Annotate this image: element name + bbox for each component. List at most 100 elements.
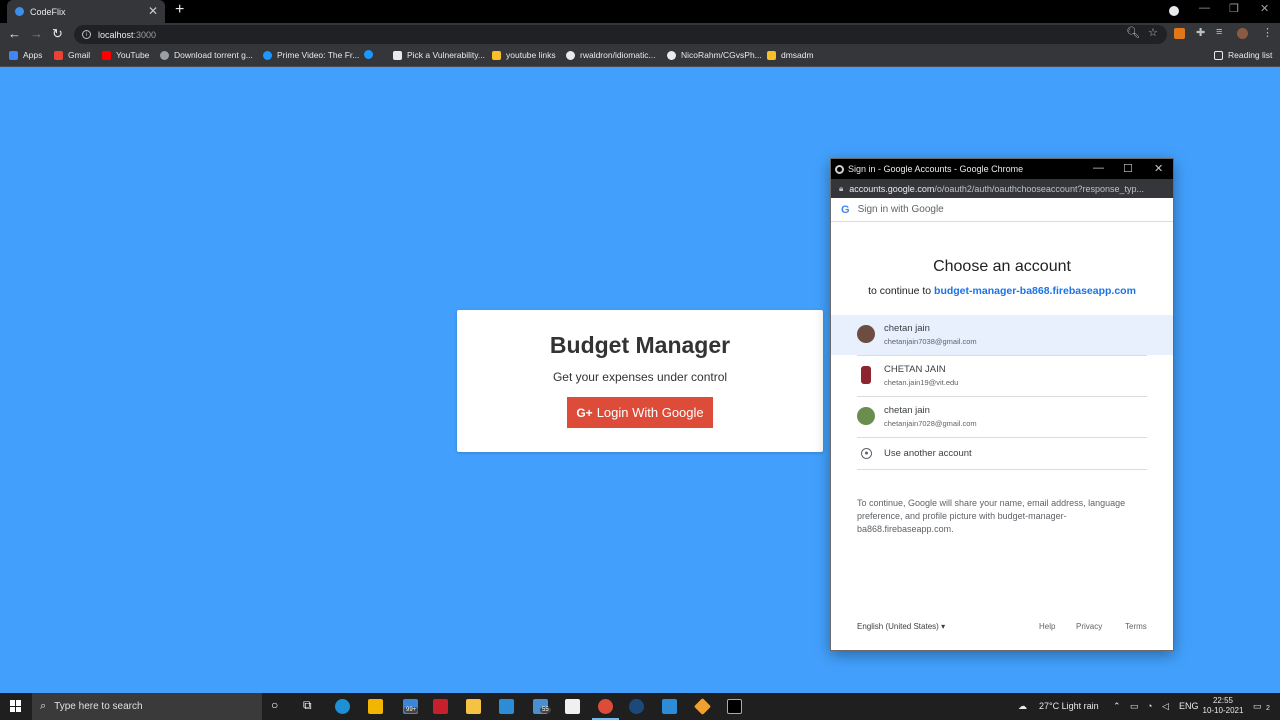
zoom-icon[interactable]: 🔍︎ bbox=[1126, 26, 1140, 39]
bookmark-label: dmsadm bbox=[781, 50, 814, 60]
youtube-icon bbox=[102, 50, 111, 60]
continue-app-link[interactable]: budget-manager-ba868.firebaseapp.com bbox=[934, 285, 1136, 297]
notifications-icon[interactable]: ▭ bbox=[1253, 701, 1262, 712]
reading-list-button[interactable]: Reading list bbox=[1214, 50, 1272, 60]
bookmark-apps[interactable]: Apps bbox=[9, 50, 42, 60]
popup-url-path: /o/oauth2/auth/oauthchooseaccount?respon… bbox=[934, 183, 1144, 194]
bookmark-prime-video[interactable]: Prime Video: The Fr... bbox=[263, 50, 359, 60]
terminal-icon[interactable] bbox=[727, 699, 742, 714]
metamask-extension-icon[interactable] bbox=[1174, 28, 1185, 39]
git-icon[interactable] bbox=[694, 698, 711, 715]
use-another-label: Use another account bbox=[884, 448, 972, 459]
github-icon bbox=[667, 50, 676, 60]
bookmark-rwaldron[interactable]: rwaldron/idiomatic... bbox=[566, 50, 656, 60]
language-selector[interactable]: English (United States) ▾ bbox=[857, 622, 945, 631]
weather-icon[interactable]: ☁ bbox=[1018, 701, 1027, 712]
vscode-icon[interactable] bbox=[662, 699, 677, 714]
vulnerability-site-icon bbox=[393, 50, 402, 60]
input-language[interactable]: ENG bbox=[1179, 701, 1199, 711]
account-email: chetanjain7038@gmail.com bbox=[884, 337, 977, 346]
account-avatar bbox=[857, 407, 875, 425]
bookmark-prime-video-2[interactable] bbox=[364, 50, 378, 59]
task-view-icon[interactable]: ⧉ bbox=[303, 698, 312, 713]
edge-browser-icon[interactable] bbox=[335, 699, 350, 714]
bookmark-label: Pick a Vulnerability... bbox=[407, 50, 485, 60]
folder-icon bbox=[492, 50, 501, 60]
file-explorer-icon[interactable] bbox=[466, 699, 481, 714]
help-link[interactable]: Help bbox=[1039, 622, 1055, 631]
account-avatar bbox=[857, 325, 875, 343]
weather-text[interactable]: 27°C Light rain bbox=[1039, 701, 1099, 711]
bookmark-label: YouTube bbox=[116, 50, 150, 60]
windows-start-icon[interactable] bbox=[10, 700, 22, 712]
choose-account-heading: Choose an account bbox=[933, 258, 1071, 275]
bookmark-youtube[interactable]: YouTube bbox=[102, 50, 149, 60]
bookmark-gmail[interactable]: Gmail bbox=[54, 50, 90, 60]
show-hidden-icons-icon[interactable]: ⌃ bbox=[1113, 701, 1121, 712]
login-with-google-button[interactable]: G+ Login With Google bbox=[567, 397, 713, 428]
app-title: Budget Manager bbox=[549, 332, 731, 358]
divider bbox=[857, 469, 1147, 470]
popup-maximize-button[interactable]: ☐ bbox=[1123, 162, 1133, 175]
bookmark-youtube-links[interactable]: youtube links bbox=[492, 50, 556, 60]
lock-icon: 🔒︎ bbox=[839, 183, 844, 193]
caret-down-icon: ▾ bbox=[941, 622, 946, 631]
apps-grid-icon bbox=[9, 50, 18, 60]
bookmarks-bar: Apps Gmail YouTube Download torrent g...… bbox=[0, 46, 1280, 67]
new-tab-button[interactable]: + bbox=[175, 1, 184, 19]
search-icon: ⌕ bbox=[40, 700, 47, 712]
account-item-2[interactable]: CHETAN JAIN chetan.jain19@vit.edu bbox=[831, 356, 1173, 396]
taskbar-search-box[interactable]: ⌕ Type here to search bbox=[32, 693, 262, 720]
terms-link[interactable]: Terms bbox=[1125, 622, 1147, 631]
app-subtitle: Get your expenses under control bbox=[552, 370, 728, 384]
cortana-icon[interactable]: ○ bbox=[271, 698, 278, 712]
volume-icon[interactable]: ◁ bbox=[1162, 701, 1169, 712]
account-name: chetan jain bbox=[884, 405, 930, 416]
notepad-icon[interactable] bbox=[565, 699, 580, 714]
forward-icon[interactable]: → bbox=[30, 26, 43, 41]
account-item-1[interactable]: chetan jain chetanjain7038@gmail.com bbox=[831, 315, 1173, 355]
bookmark-label: Gmail bbox=[68, 50, 91, 60]
taskbar-clock[interactable]: 22:55 10-10-2021 bbox=[1200, 696, 1246, 716]
tab-search-icon[interactable] bbox=[1169, 6, 1179, 16]
close-tab-icon[interactable]: ✕ bbox=[148, 4, 158, 18]
site-info-icon[interactable]: i bbox=[82, 30, 91, 39]
browser-tab-strip: CodeFlix ✕ + — ❐ ✕ bbox=[0, 0, 1280, 23]
microsoft-store-icon[interactable] bbox=[368, 699, 383, 714]
use-another-account-button[interactable]: ● Use another account bbox=[831, 443, 1173, 467]
privacy-link[interactable]: Privacy bbox=[1076, 622, 1102, 631]
tab-codeflix[interactable]: CodeFlix ✕ bbox=[7, 0, 165, 23]
bookmark-star-icon[interactable]: ☆ bbox=[1148, 26, 1158, 39]
chrome-menu-icon[interactable]: ⋮ bbox=[1262, 26, 1273, 39]
bookmark-dmsadm[interactable]: dmsadm bbox=[767, 50, 814, 60]
login-button-label: Login With Google bbox=[596, 405, 704, 420]
back-icon[interactable]: ← bbox=[8, 26, 21, 41]
notification-count: 2 bbox=[1266, 705, 1270, 712]
popup-window-title: Sign in - Google Accounts - Google Chrom… bbox=[848, 164, 1024, 174]
popup-close-button[interactable]: ✕ bbox=[1154, 162, 1163, 175]
bookmark-pick-vulnerability[interactable]: Pick a Vulnerability... bbox=[393, 50, 485, 60]
minimize-window-button[interactable]: — bbox=[1199, 2, 1210, 14]
chrome-taskbar-icon[interactable] bbox=[598, 699, 613, 714]
tab-title: CodeFlix bbox=[30, 6, 66, 17]
app-badge: 55 bbox=[540, 707, 551, 713]
account-item-3[interactable]: chetan jain chetanjain7028@gmail.com bbox=[831, 397, 1173, 437]
reload-icon[interactable]: ↻ bbox=[52, 26, 63, 42]
vscode-icon[interactable] bbox=[499, 699, 514, 714]
address-bar[interactable]: i localhost:3000 bbox=[74, 25, 1167, 44]
extensions-puzzle-icon[interactable]: ✚ bbox=[1196, 26, 1205, 39]
media-control-icon[interactable]: ≡ bbox=[1216, 26, 1222, 38]
restore-window-button[interactable]: ❐ bbox=[1229, 2, 1239, 15]
bookmark-label: Prime Video: The Fr... bbox=[277, 50, 360, 60]
network-icon[interactable]: ◔ bbox=[1147, 701, 1152, 711]
bookmark-download-torrent[interactable]: Download torrent g... bbox=[160, 50, 253, 60]
profile-avatar[interactable] bbox=[1237, 28, 1248, 39]
steam-icon[interactable] bbox=[629, 699, 644, 714]
bookmark-nicorahm[interactable]: NicoRahm/CGvsPh... bbox=[667, 50, 762, 60]
popup-minimize-button[interactable]: — bbox=[1093, 162, 1104, 174]
close-window-button[interactable]: ✕ bbox=[1260, 2, 1269, 15]
signin-with-google-bar: G Sign in with Google bbox=[831, 198, 1173, 222]
clock-date: 10-10-2021 bbox=[1202, 706, 1244, 715]
battery-icon[interactable]: ▭ bbox=[1130, 701, 1139, 712]
game-app-icon[interactable] bbox=[433, 699, 448, 714]
